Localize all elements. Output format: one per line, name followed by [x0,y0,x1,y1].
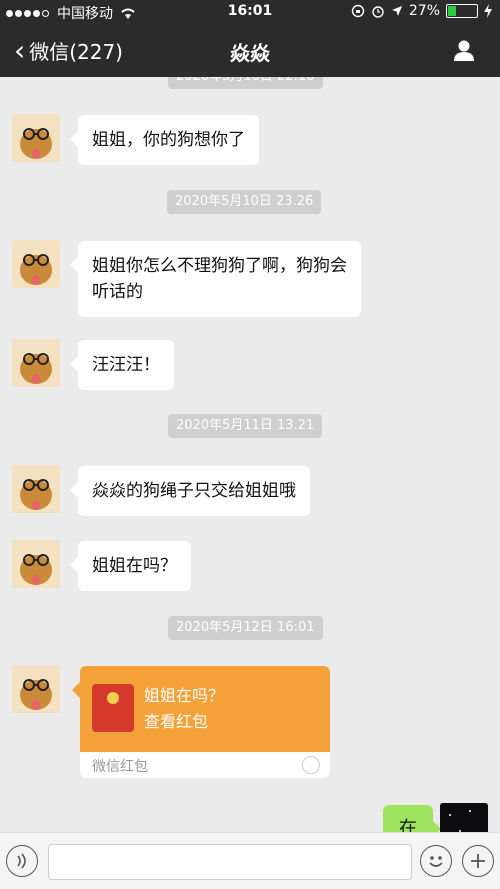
message-bubble[interactable]: 汪汪汪！ [70,340,174,390]
contact-avatar[interactable] [12,540,60,588]
battery-icon [446,4,478,18]
message-text-line: 姐姐你怎么不理狗狗了啊，狗狗会 [92,256,347,276]
starry-avatar-image [440,803,488,832]
dog-avatar-image [12,465,60,513]
profile-icon[interactable] [452,38,476,62]
shield-icon [302,756,320,774]
outgoing-message-bubble[interactable]: 在 [383,805,441,832]
dog-avatar-image [12,665,60,713]
message-bubble[interactable]: 姐姐你怎么不理狗狗了啊，狗狗会 听话的 [70,241,361,317]
message-bubble[interactable]: 姐姐，你的狗想你了 [70,115,259,165]
rotation-lock-icon [351,4,365,18]
charging-icon [484,4,492,18]
timestamp: 2020年5月12日 16:01 [168,616,323,640]
red-packet-footer-label: 微信红包 [92,759,148,775]
red-packet-card[interactable]: 姐姐在吗？ 查看红包 微信红包 [72,666,330,778]
timestamp: 2020年5月11日 13.21 [168,414,323,438]
red-packet-footer: 微信红包 [80,752,330,778]
dog-avatar-image [12,114,60,162]
message-bubble[interactable]: 焱焱的狗绳子只交给姐姐哦 [70,466,310,516]
contact-avatar[interactable] [12,465,60,513]
dog-avatar-image [12,240,60,288]
message-text: 姐姐，你的狗想你了 [92,130,245,150]
red-packet-title: 姐姐在吗？ [144,686,225,705]
status-right: 27% [351,3,492,19]
dog-avatar-image [12,540,60,588]
red-packet-action: 查看红包 [144,712,209,731]
dog-avatar-image [12,339,60,387]
location-icon [391,6,402,16]
battery-percent: 27% [408,3,440,19]
timestamp: 2020年5月10日 23.26 [167,190,322,214]
contact-avatar[interactable] [12,665,60,713]
contact-avatar[interactable] [12,339,60,387]
voice-icon[interactable] [6,845,38,877]
message-text-line: 听话的 [92,282,143,302]
chat-header: ‹ 微信(227) 焱焱 [0,24,500,77]
message-list[interactable]: 2020年5月10日 22:16 姐姐，你的狗想你了 2020年5月10日 23… [0,77,500,832]
timestamp: 2020年5月10日 22:16 [168,77,323,89]
status-bar: 中国移动 16:01 27% [0,0,500,24]
my-avatar[interactable] [440,803,488,832]
contact-avatar[interactable] [12,114,60,162]
red-envelope-icon [92,684,134,732]
emoji-icon[interactable] [420,845,452,877]
message-bubble[interactable]: 姐姐在吗？ [70,541,191,591]
message-text: 姐姐在吗？ [92,556,177,576]
chat-title: 焱焱 [230,41,270,65]
alarm-icon [372,6,384,18]
contact-avatar[interactable] [12,240,60,288]
message-text: 汪汪汪！ [92,355,160,375]
message-input[interactable] [48,844,412,880]
plus-icon[interactable] [462,845,494,877]
message-text: 焱焱的狗绳子只交给姐姐哦 [92,481,296,501]
input-bar [0,832,500,889]
message-text: 在 [399,818,417,832]
